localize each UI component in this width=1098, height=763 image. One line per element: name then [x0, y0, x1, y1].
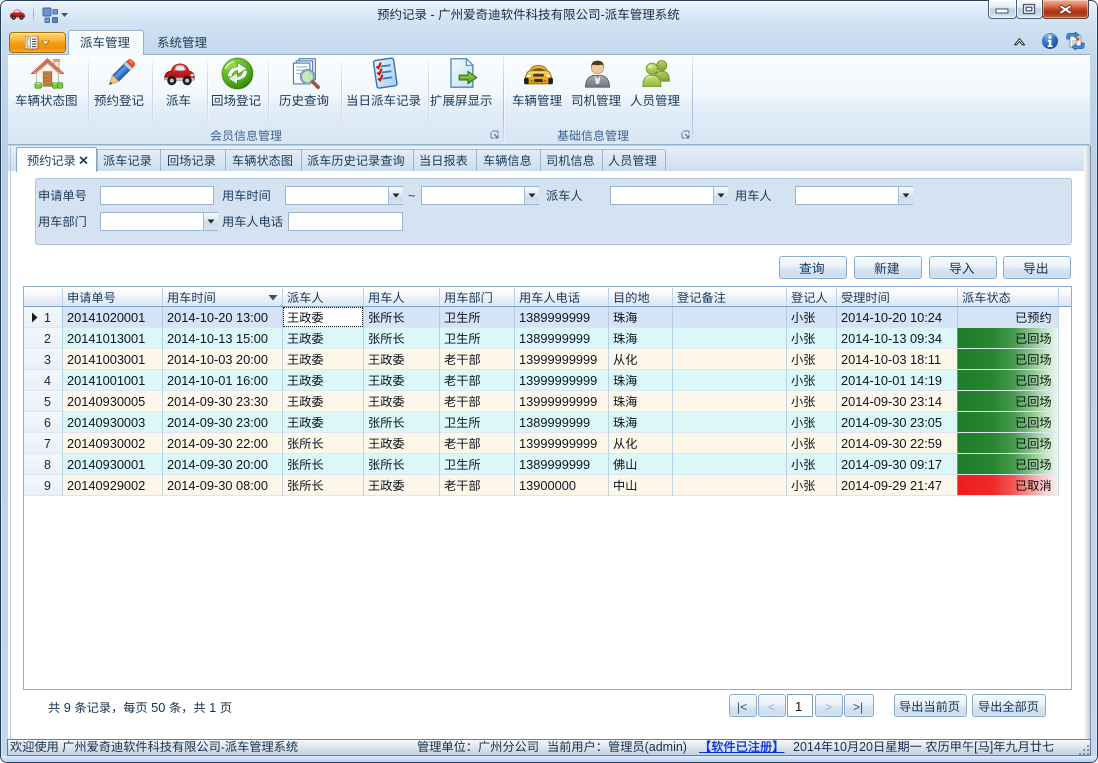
svg-text:2014-09-30 09:17: 2014-09-30 09:17	[841, 457, 942, 472]
svg-text:<: <	[768, 700, 775, 714]
svg-text:20140930003: 20140930003	[67, 415, 145, 430]
svg-text:1: 1	[795, 699, 802, 714]
svg-text:13999999999: 13999999999	[519, 352, 597, 367]
svg-text:2014-09-30 23:30: 2014-09-30 23:30	[167, 394, 268, 409]
svg-text:20: 20	[859, 740, 873, 754]
svg-text:2014-09-30 22:59: 2014-09-30 22:59	[841, 436, 942, 451]
svg-text:13999999999: 13999999999	[519, 373, 597, 388]
svg-text:2014-10-20 10:24: 2014-10-20 10:24	[841, 310, 942, 325]
svg-text:2014-10-01 16:00: 2014-10-01 16:00	[167, 373, 268, 388]
svg-text:2014-09-29 21:47: 2014-09-29 21:47	[841, 478, 942, 493]
svg-text:2014-09-30 23:14: 2014-09-30 23:14	[841, 394, 942, 409]
svg-text:-: -	[221, 740, 225, 754]
svg-text:2014-10-20 13:00: 2014-10-20 13:00	[167, 310, 268, 325]
svg-text:2014-09-30 22:00: 2014-09-30 22:00	[167, 436, 268, 451]
svg-text:]: ]	[990, 740, 993, 754]
svg-text:|<: |<	[737, 700, 747, 714]
svg-text:2014-09-30 08:00: 2014-09-30 08:00	[167, 478, 268, 493]
svg-text:2014-10-01 14:19: 2014-10-01 14:19	[841, 373, 942, 388]
svg-text:10: 10	[833, 740, 847, 754]
svg-text:2014-10-13 15:00: 2014-10-13 15:00	[167, 331, 268, 346]
svg-text:5: 5	[44, 395, 51, 409]
svg-text:2014-10-03 18:11: 2014-10-03 18:11	[841, 352, 941, 367]
svg-text:20140929002: 20140929002	[67, 478, 145, 493]
svg-text:-: -	[600, 8, 604, 22]
svg-text:2014-10-13 09:34: 2014-10-13 09:34	[841, 331, 942, 346]
svg-text:50: 50	[148, 700, 169, 715]
svg-text:1: 1	[206, 700, 220, 715]
svg-text:4: 4	[44, 374, 51, 388]
svg-text:2014-09-30 23:00: 2014-09-30 23:00	[167, 415, 268, 430]
svg-text:8: 8	[44, 458, 51, 472]
svg-text:20141020001: 20141020001	[67, 310, 145, 325]
svg-text:~: ~	[408, 188, 416, 203]
svg-text:>|: >|	[853, 700, 863, 714]
svg-text:1389999999: 1389999999	[519, 457, 590, 472]
svg-text:13999999999: 13999999999	[519, 436, 597, 451]
svg-text:2014: 2014	[793, 740, 821, 754]
svg-text:2014-09-30 20:00: 2014-09-30 20:00	[167, 457, 268, 472]
svg-text:-: -	[427, 8, 438, 22]
svg-text:20141013001: 20141013001	[67, 331, 145, 346]
svg-text:20140930005: 20140930005	[67, 394, 145, 409]
svg-text:1389999999: 1389999999	[519, 331, 590, 346]
svg-text:(admin): (admin)	[645, 740, 687, 754]
svg-text:9: 9	[44, 479, 51, 493]
svg-text:2: 2	[44, 332, 51, 346]
svg-text:3: 3	[44, 353, 51, 367]
svg-text:7: 7	[44, 437, 51, 451]
svg-text:2014-10-03 20:00: 2014-10-03 20:00	[167, 352, 268, 367]
svg-text:20141003001: 20141003001	[67, 352, 145, 367]
svg-text:13999999999: 13999999999	[519, 394, 597, 409]
svg-text:20140930001: 20140930001	[67, 457, 145, 472]
svg-text:20140930002: 20140930002	[67, 436, 145, 451]
svg-text:6: 6	[44, 416, 51, 430]
svg-text:20141001001: 20141001001	[67, 373, 145, 388]
svg-text:1389999999: 1389999999	[519, 415, 590, 430]
svg-text:1: 1	[44, 311, 51, 325]
svg-text:1389999999: 1389999999	[519, 310, 590, 325]
svg-text:>: >	[825, 700, 832, 714]
svg-text:9: 9	[60, 700, 74, 715]
svg-text:2014-09-30 23:05: 2014-09-30 23:05	[841, 415, 942, 430]
svg-text:13900000: 13900000	[519, 478, 576, 493]
svg-text:[: [	[974, 740, 978, 754]
